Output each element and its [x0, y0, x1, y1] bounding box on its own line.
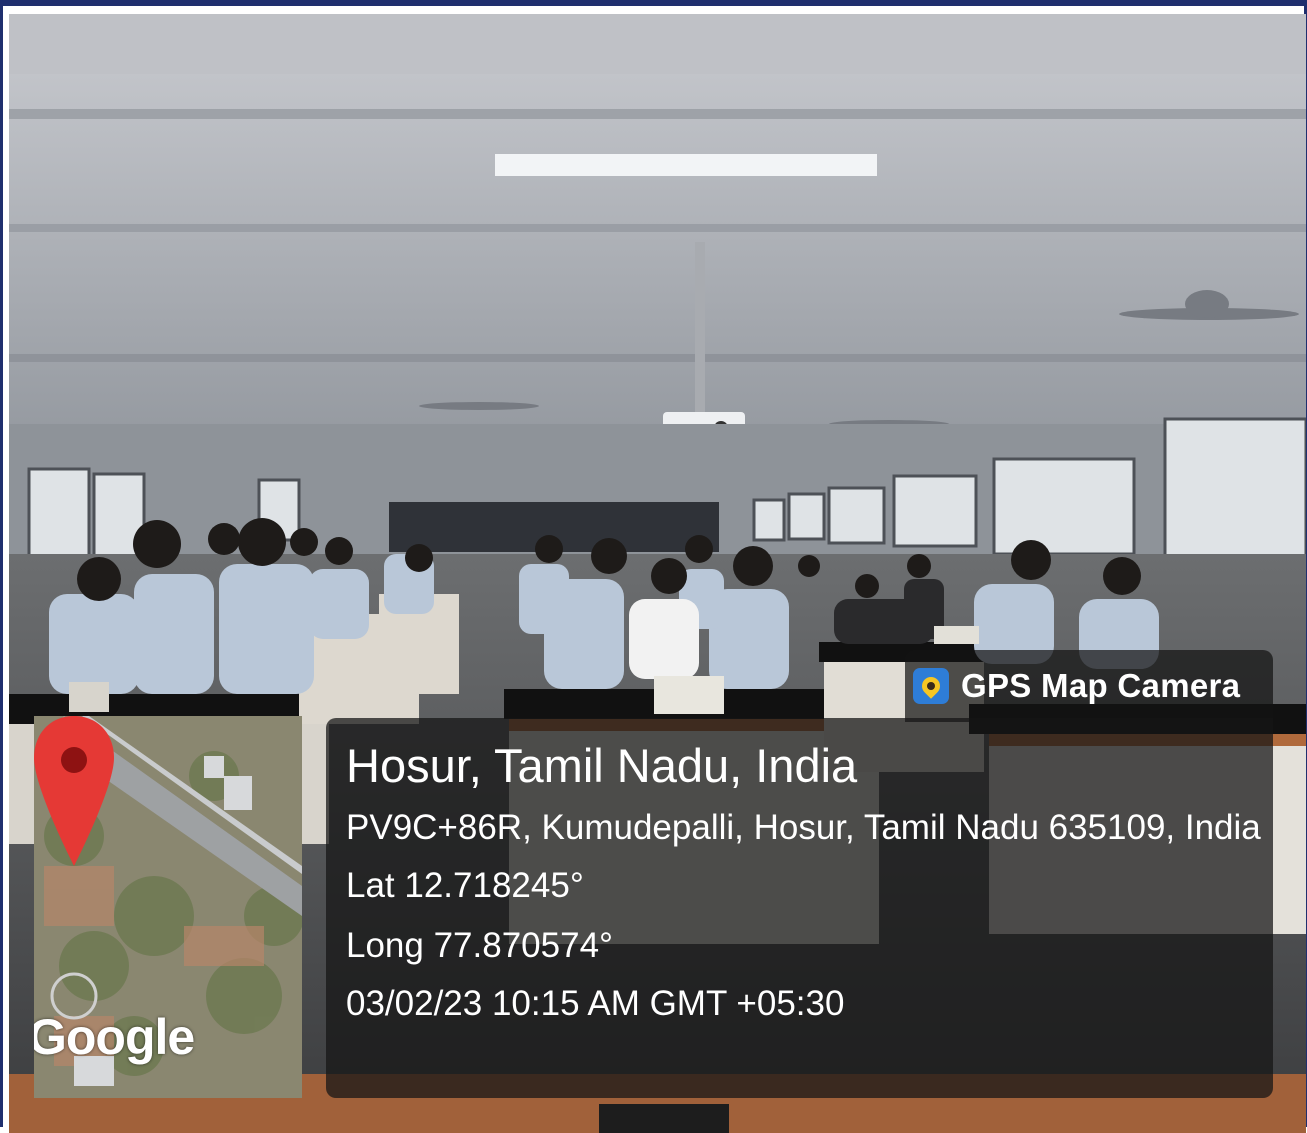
gps-map-camera-app-icon [913, 668, 949, 704]
timestamp-line: 03/02/23 10:15 AM GMT +05:30 [346, 984, 845, 1023]
google-logo: Google [34, 1009, 195, 1065]
map-marker-icon [34, 716, 114, 866]
satellite-map-thumbnail: Google [34, 716, 302, 1098]
brand-label: GPS Map Camera [961, 667, 1241, 704]
longitude-line: Long 77.870574° [346, 926, 614, 965]
latitude-line: Lat 12.718245° [346, 866, 584, 905]
location-title: Hosur, Tamil Nadu, India [346, 739, 858, 792]
address-line: PV9C+86R, Kumudepalli, Hosur, Tamil Nadu… [346, 808, 1261, 847]
gps-map-camera-brand: GPS Map Camera [905, 650, 1273, 722]
